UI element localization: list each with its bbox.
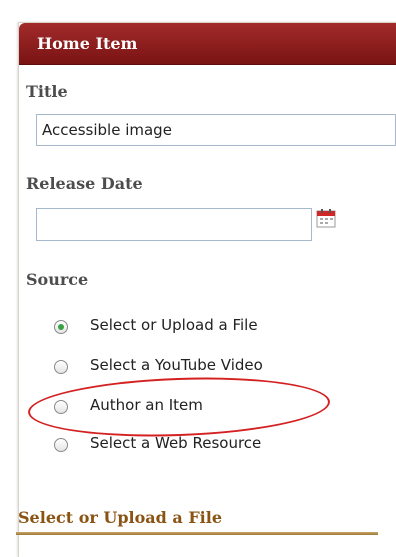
title-label: Title xyxy=(26,82,68,101)
home-item-panel: Home Item xyxy=(18,22,396,557)
radio-button[interactable] xyxy=(54,400,68,414)
source-option-label[interactable]: Select a Web Resource xyxy=(90,434,261,452)
source-label: Source xyxy=(26,270,89,289)
source-option-label[interactable]: Author an Item xyxy=(90,396,203,414)
source-option-label[interactable]: Select or Upload a File xyxy=(90,316,258,334)
radio-button[interactable] xyxy=(54,360,68,374)
panel-header: Home Item xyxy=(19,23,396,65)
radio-button[interactable] xyxy=(54,438,68,452)
release-date-input[interactable] xyxy=(36,208,312,241)
radio-button-checked[interactable] xyxy=(54,320,68,334)
title-input[interactable] xyxy=(36,114,396,146)
calendar-icon[interactable] xyxy=(316,208,336,228)
panel-title: Home Item xyxy=(37,34,138,53)
section-divider xyxy=(16,532,378,535)
source-option-label[interactable]: Select a YouTube Video xyxy=(90,356,263,374)
release-date-label: Release Date xyxy=(26,174,143,193)
section-title: Select or Upload a File xyxy=(18,508,223,527)
